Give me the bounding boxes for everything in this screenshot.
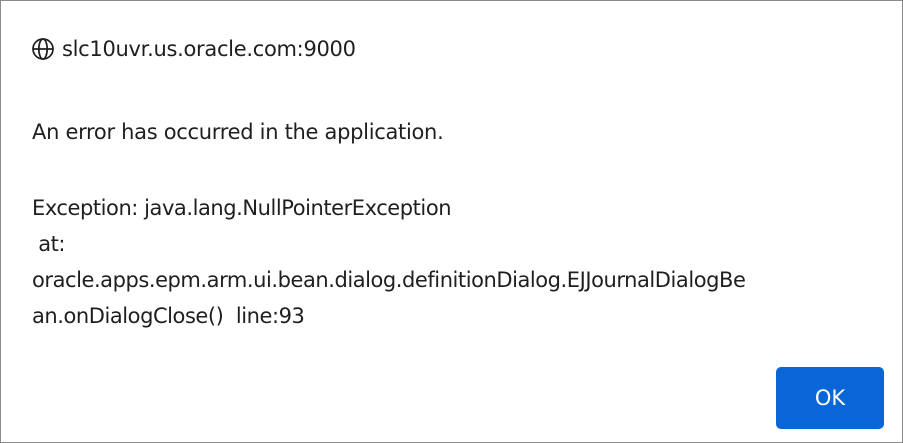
exception-line: at: [32, 232, 66, 256]
ok-button[interactable]: OK [776, 367, 884, 429]
alert-dialog: slc10uvr.us.oracle.com:9000 An error has… [0, 0, 903, 443]
exception-details: Exception: java.lang.NullPointerExceptio… [32, 190, 892, 334]
error-message: An error has occurred in the application… [32, 120, 444, 144]
globe-icon [31, 37, 55, 61]
exception-line: oracle.apps.epm.arm.ui.bean.dialog.defin… [32, 268, 746, 292]
dialog-origin: slc10uvr.us.oracle.com:9000 [62, 37, 356, 61]
exception-line: an.onDialogClose() line:93 [32, 304, 305, 328]
exception-line: Exception: java.lang.NullPointerExceptio… [32, 196, 452, 220]
dialog-header: slc10uvr.us.oracle.com:9000 [31, 35, 356, 63]
